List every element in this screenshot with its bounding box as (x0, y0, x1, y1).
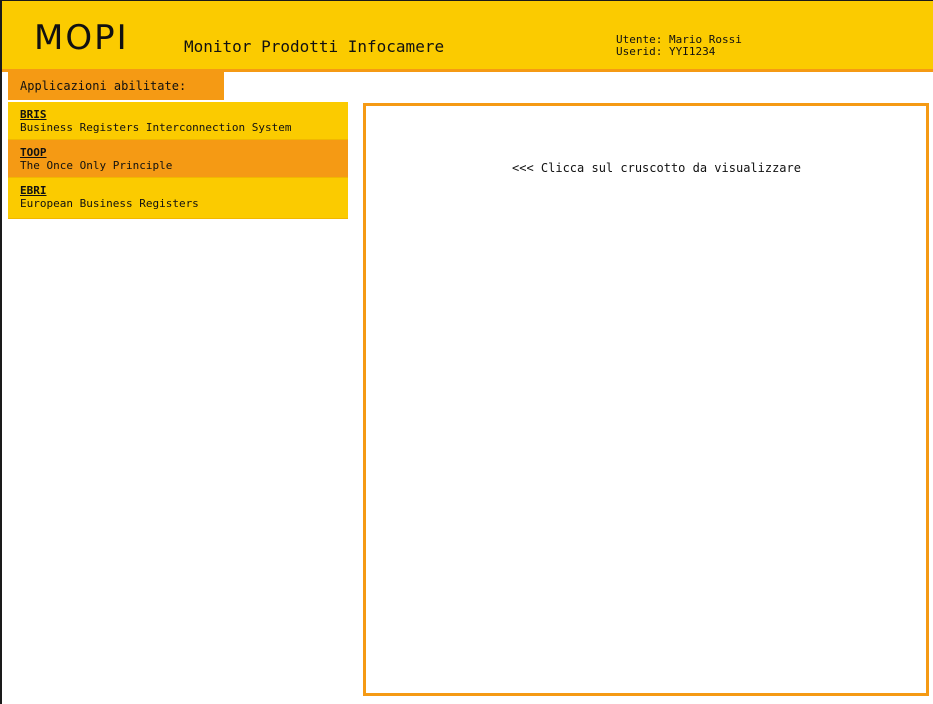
sidebar-item-toop[interactable]: TOOP The Once Only Principle (8, 140, 348, 178)
header-bar: MOPI Monitor Prodotti Infocamere Utente:… (2, 1, 933, 72)
sidebar-item-description: Business Registers Interconnection Syste… (20, 121, 292, 134)
sidebar-item-code[interactable]: EBRI (20, 185, 348, 197)
user-id: Userid: YYI1234 (616, 45, 716, 58)
app-logo: MOPI (34, 18, 129, 58)
sidebar-heading: Applicazioni abilitate: (8, 72, 224, 100)
sidebar-item-description: The Once Only Principle (20, 159, 173, 172)
sidebar-nav: BRIS Business Registers Interconnection … (8, 102, 348, 219)
user-info: Utente: Mario Rossi Userid: YYI1234 (616, 34, 742, 58)
sidebar-item-ebri[interactable]: EBRI European Business Registers (8, 178, 348, 219)
sidebar-item-code[interactable]: BRIS (20, 109, 348, 121)
sidebar-item-description: European Business Registers (20, 197, 199, 210)
sidebar-item-code[interactable]: TOOP (20, 147, 348, 159)
app-title: Monitor Prodotti Infocamere (184, 37, 445, 56)
select-dashboard-hint: <<< Clicca sul cruscotto da visualizzare (512, 161, 801, 175)
sidebar-item-bris[interactable]: BRIS Business Registers Interconnection … (8, 102, 348, 140)
dashboard-panel: <<< Clicca sul cruscotto da visualizzare (363, 103, 929, 696)
